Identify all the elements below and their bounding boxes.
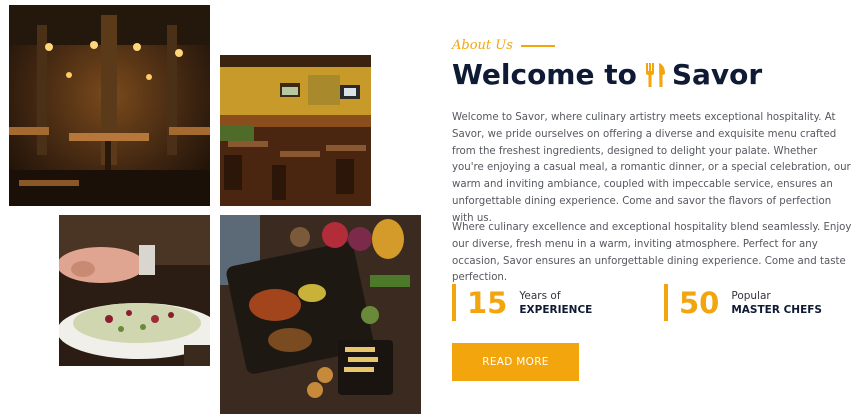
section-eyebrow: About Us: [452, 38, 555, 53]
secondary-paragraph: Where culinary excellence and exceptiona…: [452, 222, 852, 284]
eyebrow-divider: [520, 44, 555, 47]
utensils-icon: [645, 62, 667, 88]
intro-paragraph: Welcome to Savor, where culinary artistr…: [452, 112, 851, 224]
stat-label: Years of EXPERIENCE: [519, 289, 592, 317]
salad-dish-image: [59, 215, 210, 366]
brand-name: Savor: [671, 58, 763, 91]
dining-room-image: [220, 55, 371, 206]
stat-accent-bar: [664, 284, 668, 321]
stat-label: Popular MASTER CHEFS: [731, 289, 822, 317]
restaurant-interior-image: [9, 5, 210, 206]
chefs-stat: 50 Popular MASTER CHEFS: [664, 284, 822, 321]
stat-label-top: Popular: [731, 289, 771, 302]
stat-number: 15: [467, 285, 508, 320]
stat-label-top: Years of: [519, 289, 561, 302]
experience-stat: 15 Years of EXPERIENCE: [452, 284, 592, 321]
stat-number: 50: [679, 285, 720, 320]
about-us-label: About Us: [452, 38, 513, 53]
title-prefix: Welcome to: [452, 58, 637, 91]
stat-accent-bar: [452, 284, 456, 321]
food-spread-image: [220, 215, 421, 414]
read-more-button[interactable]: READ MORE: [452, 343, 579, 381]
stat-label-bottom: EXPERIENCE: [519, 303, 593, 316]
stat-label-bottom: MASTER CHEFS: [731, 303, 822, 316]
page-title: Welcome to Savor: [452, 58, 762, 91]
